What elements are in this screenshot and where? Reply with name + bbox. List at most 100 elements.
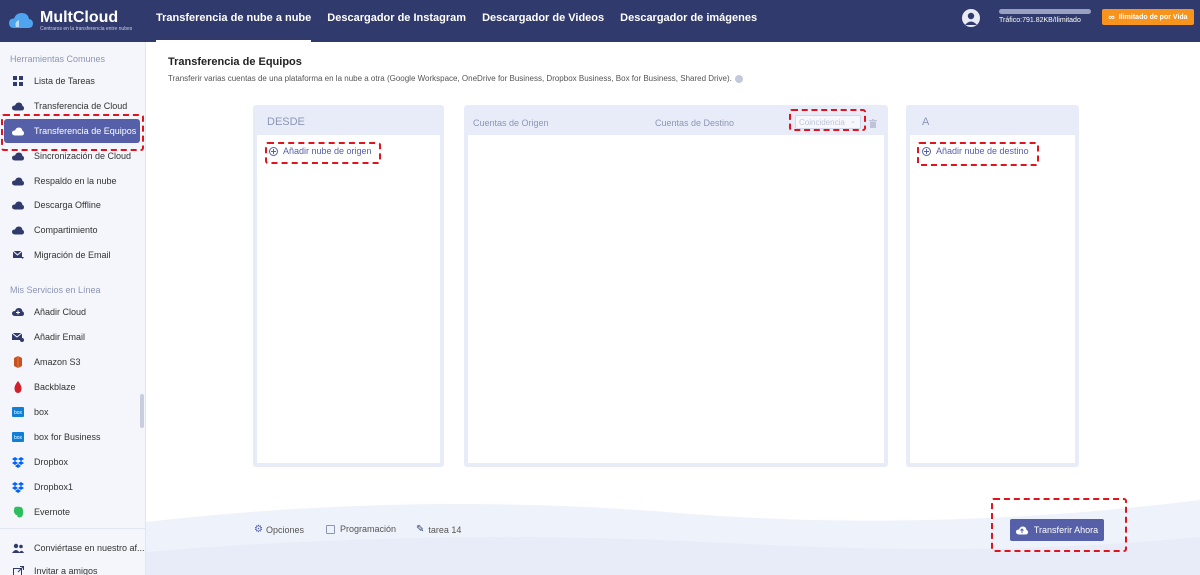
source-panel: DESDE Añadir nube de origen [253, 105, 444, 467]
sidebar-item-label: box for Business [34, 432, 101, 442]
match-placeholder: Coincidencia [799, 117, 845, 127]
sidebar-item-task-list[interactable]: Lista de Tareas [0, 69, 145, 93]
sidebar-item-label: Conviértase en nuestro af... [34, 543, 145, 553]
infinity-icon: ∞ [1108, 12, 1115, 22]
brand-tagline: Centraros en la transferencia entre nube… [40, 25, 133, 32]
sidebar-item-label: Sincronización de Cloud [34, 151, 132, 161]
brand-name: MultCloud [40, 8, 119, 26]
sidebar-item-label: Respaldo en la nube [34, 176, 117, 186]
add-circle-icon [269, 146, 278, 156]
sidebar-item-share[interactable]: Compartimiento [0, 218, 145, 242]
sidebar-item-label: Compartimiento [34, 225, 98, 235]
user-avatar-icon[interactable] [962, 9, 980, 27]
sidebar-item-label: box [34, 407, 49, 417]
sidebar-item-evernote[interactable]: Evernote [0, 500, 145, 524]
sidebar-item-label: Añadir Cloud [34, 307, 87, 317]
options-button[interactable]: ⚙ Opciones [254, 524, 304, 535]
cloud-sync-icon [12, 150, 24, 162]
top-nav: Transferencia de nube a nube Descargador… [148, 0, 765, 42]
schedule-checkbox[interactable]: Programación [326, 524, 396, 534]
sidebar-item-invite[interactable]: Invitar a amigos [0, 559, 145, 575]
sidebar-scrollbar[interactable] [140, 394, 144, 428]
evernote-icon [12, 506, 24, 518]
dropbox-icon [12, 481, 24, 493]
grid-icon [12, 75, 24, 87]
sidebar-item-backblaze[interactable]: Backblaze [0, 375, 145, 399]
transfer-now-button[interactable]: Transferir Ahora [1010, 519, 1104, 541]
nav-instagram-downloader[interactable]: Descargador de Instagram [319, 0, 474, 42]
mapping-panel: Cuentas de Origen Cuentas de Destino Coi… [464, 105, 888, 467]
sidebar-item-label: Transferencia de Cloud [34, 101, 128, 111]
dest-panel: A Añadir nube de destino [906, 105, 1079, 467]
traffic-text: Tráfico:791.82KB/Ilimitado [999, 17, 1081, 24]
help-icon[interactable] [734, 74, 743, 83]
sidebar-item-affiliate[interactable]: Conviértase en nuestro af... [0, 536, 145, 560]
sidebar-item-box-business[interactable]: box box for Business [0, 425, 145, 449]
sidebar-item-add-cloud[interactable]: Añadir Cloud [0, 300, 145, 324]
sidebar-item-label: Descarga Offline [34, 200, 101, 210]
box-business-icon: box [12, 431, 24, 443]
col-dest-accounts: Cuentas de Destino [655, 118, 735, 128]
sidebar-item-label: Lista de Tareas [34, 76, 95, 86]
sidebar-divider [0, 528, 145, 529]
schedule-label: Programación [340, 524, 397, 534]
backblaze-icon [12, 381, 24, 393]
sidebar-item-cloud-sync[interactable]: Sincronización de Cloud [0, 144, 145, 168]
sidebar-item-label: Evernote [34, 507, 71, 517]
nav-video-downloader[interactable]: Descargador de Videos [474, 0, 612, 42]
add-dest-label: Añadir nube de destino [936, 146, 1029, 156]
nav-cloud-transfer[interactable]: Transferencia de nube a nube [148, 0, 319, 42]
sidebar-item-box[interactable]: box box [0, 400, 145, 424]
offline-download-icon [12, 199, 24, 211]
multcloud-logo[interactable]: MultCloud Centraros en la transferencia … [8, 6, 148, 36]
add-source-cloud-button[interactable]: Añadir nube de origen [269, 146, 372, 156]
top-bar: MultCloud Centraros en la transferencia … [0, 0, 1200, 42]
trash-icon[interactable] [869, 117, 877, 131]
sidebar-item-dropbox1[interactable]: Dropbox1 [0, 475, 145, 499]
sidebar-item-email-migration[interactable]: Migración de Email [0, 243, 145, 267]
affiliate-icon [12, 542, 24, 554]
sidebar-item-label: Dropbox [34, 457, 69, 467]
main-content: Transferencia de Equipos Transferir vari… [146, 42, 1200, 575]
sidebar-item-offline-download[interactable]: Descarga Offline [0, 193, 145, 217]
svg-text:box: box [14, 410, 23, 416]
task-name[interactable]: ✎ tarea 14 [416, 524, 461, 535]
chevron-down-icon: ⌄ [850, 118, 856, 125]
nav-image-downloader[interactable]: Descargador de imágenes [612, 0, 765, 42]
svg-text:box: box [14, 435, 23, 441]
upgrade-button[interactable]: ∞ Ilimitado de por Vida [1102, 9, 1194, 25]
add-dest-cloud-button[interactable]: Añadir nube de destino [922, 146, 1029, 156]
box-icon: box [12, 406, 24, 418]
dest-panel-header: A [922, 116, 930, 128]
sidebar-item-label: Backblaze [34, 382, 76, 392]
match-select[interactable]: Coincidencia ⌄ [795, 115, 861, 129]
sidebar-item-label: Añadir Email [34, 332, 86, 342]
sidebar-item-cloud-transfer[interactable]: Transferencia de Cloud [0, 94, 145, 118]
sidebar-item-label: Migración de Email [34, 250, 111, 260]
dest-panel-body [910, 135, 1075, 463]
mapping-panel-body [468, 135, 884, 463]
task-name-label: tarea 14 [428, 524, 462, 535]
sidebar-item-cloud-backup[interactable]: Respaldo en la nube [0, 169, 145, 193]
transfer-now-label: Transferir Ahora [1033, 525, 1099, 535]
sidebar-item-amazon-s3[interactable]: Amazon S3 [0, 350, 145, 374]
checkbox-icon [326, 524, 335, 534]
sidebar-item-team-transfer[interactable]: Transferencia de Equipos [4, 119, 140, 143]
sidebar-item-label: Amazon S3 [34, 357, 81, 367]
sidebar-item-add-email[interactable]: Añadir Email [0, 325, 145, 349]
cloud-transfer-icon [12, 100, 24, 112]
pencil-icon: ✎ [416, 524, 425, 535]
cloud-logo-icon [8, 11, 34, 31]
section-title-services: Mis Servicios en Línea [10, 285, 101, 295]
section-title-tools: Herramientas Comunes [10, 54, 106, 64]
source-panel-body [257, 135, 440, 463]
page-title: Transferencia de Equipos [168, 56, 302, 68]
add-circle-icon [922, 146, 931, 156]
add-cloud-icon [12, 306, 24, 318]
dropbox-icon [12, 456, 24, 468]
sidebar-item-dropbox[interactable]: Dropbox [0, 450, 145, 474]
add-source-label: Añadir nube de origen [283, 146, 372, 156]
col-source-accounts: Cuentas de Origen [473, 118, 549, 128]
upgrade-label: Ilimitado de por Vida [1118, 13, 1188, 21]
sidebar-item-label: Dropbox1 [34, 482, 74, 492]
